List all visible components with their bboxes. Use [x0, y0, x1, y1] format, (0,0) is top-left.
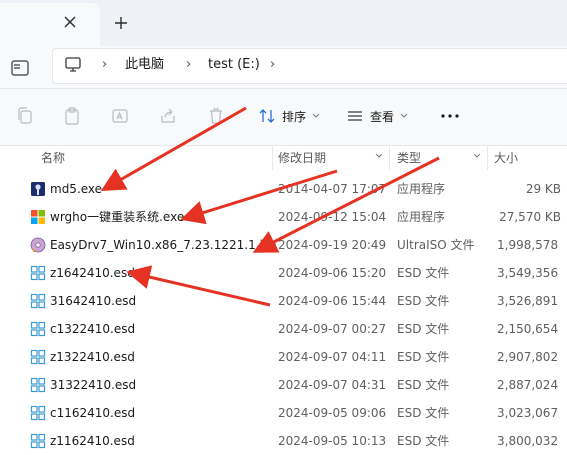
table-row[interactable]: EasyDrv7_Win10.x86_7.23.1221.1.iso 2024-…: [0, 231, 567, 259]
file-date: 2024-09-05 10:13: [278, 434, 387, 448]
file-size: 2,907,802: [497, 350, 559, 364]
chevron-down-icon[interactable]: [374, 151, 384, 161]
chevron-down-icon: [400, 113, 408, 118]
ultraiso-icon: [30, 237, 46, 253]
file-size: 3,800,032: [497, 434, 559, 448]
file-date: 2024-09-05 09:06: [278, 406, 387, 420]
file-date: 2024-09-07 04:11: [278, 350, 387, 364]
table-row[interactable]: z1322410.esd 2024-09-07 04:11 ESD 文件 2,9…: [0, 343, 567, 371]
share-icon[interactable]: [158, 106, 178, 126]
column-name[interactable]: 名称: [41, 150, 65, 166]
column-separator[interactable]: [272, 146, 273, 170]
file-type: ESD 文件: [397, 378, 450, 392]
file-name: 31642410.esd: [50, 294, 137, 308]
file-name: c1322410.esd: [50, 322, 136, 336]
paste-icon[interactable]: [62, 106, 82, 126]
table-row[interactable]: 31322410.esd 2024-09-07 04:31 ESD 文件 2,8…: [0, 371, 567, 399]
esd-file-icon: [30, 293, 46, 309]
copy-icon[interactable]: [15, 106, 35, 126]
file-name: z1642410.esd: [50, 266, 135, 280]
file-type: ESD 文件: [397, 350, 450, 364]
view-icon: [348, 111, 362, 121]
file-size: 1,998,578: [497, 238, 559, 252]
column-size[interactable]: 大小: [494, 150, 518, 166]
chevron-down-icon: [312, 113, 320, 118]
table-row[interactable]: 31642410.esd 2024-09-06 15:44 ESD 文件 3,5…: [0, 287, 567, 315]
file-date: 2024-09-19 20:49: [278, 238, 387, 252]
file-type: ESD 文件: [397, 406, 450, 420]
table-row[interactable]: z1162410.esd 2024-09-05 10:13 ESD 文件 3,8…: [0, 427, 567, 455]
breadcrumb-separator[interactable]: ›: [102, 57, 112, 73]
esd-file-icon: [30, 433, 46, 449]
esd-file-icon: [30, 321, 46, 337]
file-type: ESD 文件: [397, 266, 450, 280]
close-icon[interactable]: [62, 14, 78, 30]
file-size: 29 KB: [525, 182, 561, 196]
file-size: 27,570 KB: [499, 210, 561, 224]
file-type: UltraISO 文件: [397, 238, 475, 252]
esd-file-icon: [30, 405, 46, 421]
file-size: 3,549,356: [497, 266, 559, 280]
file-name: z1162410.esd: [50, 434, 135, 448]
table-row[interactable]: c1162410.esd 2024-09-05 09:06 ESD 文件 3,0…: [0, 399, 567, 427]
table-row[interactable]: z1642410.esd 2024-09-06 15:20 ESD 文件 3,5…: [0, 259, 567, 287]
more-options-icon[interactable]: [440, 110, 460, 122]
sort-icon: [259, 109, 275, 123]
rename-icon[interactable]: [110, 106, 130, 126]
column-date[interactable]: 修改日期: [278, 150, 326, 166]
computer-icon: [65, 57, 81, 72]
delete-icon[interactable]: [206, 106, 226, 126]
file-date: 2024-09-07 00:27: [278, 322, 387, 336]
breadcrumb-separator[interactable]: ›: [186, 57, 196, 73]
file-size: 3,023,067: [497, 406, 559, 420]
file-size: 2,887,024: [497, 378, 559, 392]
file-date: 2024-09-06 15:44: [278, 294, 387, 308]
breadcrumb-drive[interactable]: test (E:): [208, 56, 260, 74]
collapse-icon[interactable]: [10, 58, 30, 78]
file-size: 3,526,891: [497, 294, 559, 308]
tab-current[interactable]: [0, 3, 100, 46]
table-row[interactable]: md5.exe 2014-04-07 17:07 应用程序 29 KB: [0, 175, 567, 203]
sort-button[interactable]: 排序: [258, 104, 320, 128]
column-separator[interactable]: [487, 146, 488, 170]
file-type: ESD 文件: [397, 294, 450, 308]
file-type: ESD 文件: [397, 434, 450, 448]
view-label: 查看: [370, 109, 395, 124]
file-size: 2,150,654: [497, 322, 559, 336]
breadcrumb-this-pc[interactable]: 此电脑: [125, 56, 164, 74]
new-tab-button[interactable]: [112, 14, 130, 32]
file-name: z1322410.esd: [50, 350, 135, 364]
esd-file-icon: [30, 265, 46, 281]
esd-file-icon: [30, 377, 46, 393]
chevron-down-icon[interactable]: [472, 151, 482, 161]
breadcrumb-separator[interactable]: ›: [270, 57, 280, 73]
file-date: 2024-09-07 04:31: [278, 378, 387, 392]
esd-file-icon: [30, 349, 46, 365]
file-type: ESD 文件: [397, 322, 450, 336]
table-row[interactable]: c1322410.esd 2024-09-07 00:27 ESD 文件 2,1…: [0, 315, 567, 343]
file-name: c1162410.esd: [50, 406, 136, 420]
file-name: 31322410.esd: [50, 378, 137, 392]
sort-label: 排序: [282, 109, 307, 124]
file-name: EasyDrv7_Win10.x86_7.23.1221.1.iso: [50, 238, 277, 252]
table-row[interactable]: wrgho一键重装系统.exe 2024-09-12 15:04 应用程序 27…: [0, 203, 567, 231]
view-button[interactable]: 查看: [346, 104, 408, 128]
column-type[interactable]: 类型: [397, 150, 421, 166]
file-date: 2024-09-06 15:20: [278, 266, 387, 280]
column-separator[interactable]: [389, 146, 390, 170]
